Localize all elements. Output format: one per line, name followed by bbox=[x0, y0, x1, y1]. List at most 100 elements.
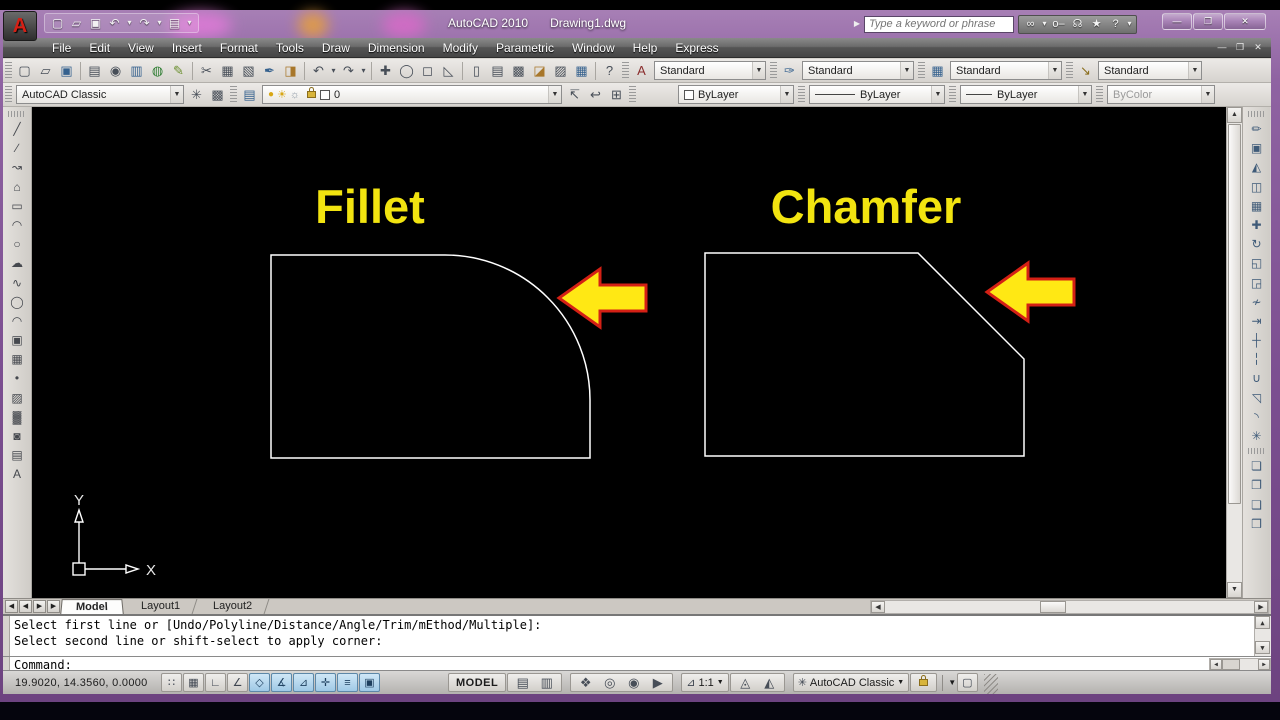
canvas-vertical-scrollbar[interactable]: ▲ ▼ bbox=[1226, 107, 1242, 598]
toolbar-grip[interactable] bbox=[5, 61, 12, 80]
gradient-icon[interactable]: ▓ bbox=[3, 408, 31, 427]
open-icon[interactable]: ▱ bbox=[35, 61, 56, 81]
text-style-dropdown[interactable]: Standard ▼ bbox=[654, 61, 766, 80]
close-button[interactable]: ✕ bbox=[1224, 13, 1266, 30]
qat-new-icon[interactable]: ▢ bbox=[49, 13, 66, 33]
publish-icon[interactable]: ▥ bbox=[126, 61, 147, 81]
rotate-icon[interactable]: ↻ bbox=[1243, 235, 1270, 254]
menu-window[interactable]: Window bbox=[563, 41, 624, 55]
hatch-icon[interactable]: ▨ bbox=[3, 389, 31, 408]
ellipse-arc-icon[interactable]: ◠ bbox=[3, 312, 31, 331]
zoom-status-icon[interactable]: ◎ bbox=[599, 673, 620, 693]
tab-layout2[interactable]: Layout2 bbox=[196, 599, 270, 614]
qat-undo-dropdown-icon[interactable]: ▾ bbox=[125, 13, 134, 33]
bring-above-objects-icon[interactable]: ❑ bbox=[1243, 496, 1270, 515]
make-block-icon[interactable]: ▦ bbox=[3, 350, 31, 369]
send-under-objects-icon[interactable]: ❒ bbox=[1243, 515, 1270, 534]
zoom-window-icon[interactable]: ◻ bbox=[417, 61, 438, 81]
maximize-button[interactable]: ❐ bbox=[1193, 13, 1223, 30]
command-vertical-scrollbar[interactable]: ▲ ▼ bbox=[1254, 616, 1271, 656]
snap-toggle[interactable]: ∷ bbox=[161, 673, 182, 692]
layer-lock-icon[interactable] bbox=[307, 87, 317, 98]
menu-tools[interactable]: Tools bbox=[267, 41, 313, 55]
grid-toggle[interactable]: ▦ bbox=[183, 673, 204, 692]
copy-clip-icon[interactable]: ▦ bbox=[217, 61, 238, 81]
chevron-down-icon[interactable]: ▼ bbox=[1078, 86, 1091, 103]
toolbar-grip[interactable] bbox=[770, 61, 777, 80]
model-space-button[interactable]: MODEL bbox=[448, 673, 507, 692]
chamfer-icon[interactable]: ◹ bbox=[1243, 389, 1270, 408]
mtext-icon[interactable]: A bbox=[3, 465, 31, 484]
menu-format[interactable]: Format bbox=[211, 41, 267, 55]
menu-edit[interactable]: Edit bbox=[80, 41, 119, 55]
undo-dropdown-icon[interactable]: ▾ bbox=[329, 61, 338, 81]
layer-color-swatch[interactable] bbox=[320, 89, 331, 100]
circle-icon[interactable]: ○ bbox=[3, 235, 31, 254]
break-at-point-icon[interactable]: ┼ bbox=[1243, 331, 1270, 350]
ducs-toggle[interactable]: ⊿ bbox=[293, 673, 314, 692]
scroll-right-icon[interactable]: ▶ bbox=[1258, 659, 1270, 670]
polygon-icon[interactable]: ⌂ bbox=[3, 178, 31, 197]
polar-toggle[interactable]: ∠ bbox=[227, 673, 248, 692]
search-binoculars-icon[interactable]: ∞ bbox=[1021, 14, 1040, 34]
qat-undo-icon[interactable]: ↶ bbox=[106, 13, 123, 33]
toolbar-grip[interactable] bbox=[629, 85, 636, 104]
resize-grip[interactable] bbox=[983, 674, 998, 694]
chevron-down-icon[interactable]: ▼ bbox=[900, 62, 913, 79]
toolbar-grip[interactable] bbox=[1096, 85, 1103, 104]
designcenter-icon[interactable]: ▤ bbox=[487, 61, 508, 81]
erase-icon[interactable]: ✏ bbox=[1243, 120, 1270, 139]
steering-wheel-icon[interactable]: ◉ bbox=[623, 673, 644, 693]
layer-dropdown[interactable]: ● ☀ ☼ 0 ▼ bbox=[262, 85, 562, 104]
block-editor-icon[interactable]: ◨ bbox=[280, 61, 301, 81]
command-window-grip[interactable] bbox=[3, 616, 10, 670]
command-history[interactable]: Select first line or [Undo/Polyline/Dist… bbox=[11, 617, 1254, 653]
help-dropdown-icon[interactable]: ▾ bbox=[1125, 14, 1134, 34]
toolbar-grip[interactable] bbox=[1248, 111, 1265, 117]
status-menu-icon[interactable]: ▼ bbox=[948, 678, 956, 687]
toolbar-grip[interactable] bbox=[5, 85, 12, 104]
bring-to-front-icon[interactable]: ❏ bbox=[1243, 457, 1270, 476]
construction-line-icon[interactable]: ∕ bbox=[3, 139, 31, 158]
scrollbar-thumb[interactable] bbox=[1228, 124, 1241, 504]
workspace-settings-gear-icon[interactable]: ✳ bbox=[186, 85, 207, 105]
layer-vpfreeze-icon[interactable]: ☼ bbox=[290, 89, 300, 101]
qat-customize-dropdown-icon[interactable]: ▾ bbox=[185, 13, 194, 33]
doc-restore-button[interactable]: ❐ bbox=[1233, 42, 1247, 53]
tab-model[interactable]: Model bbox=[60, 599, 124, 615]
chevron-down-icon[interactable]: ▼ bbox=[1201, 86, 1214, 103]
qat-open-icon[interactable]: ▱ bbox=[68, 13, 85, 33]
chamfer-shape[interactable] bbox=[704, 252, 1025, 457]
subscription-key-icon[interactable]: o– bbox=[1049, 14, 1068, 34]
copy-icon[interactable]: ▣ bbox=[1243, 139, 1270, 158]
layer-previous-icon[interactable]: ↩ bbox=[585, 85, 606, 105]
web-publish-icon[interactable]: ◍ bbox=[147, 61, 168, 81]
first-tab-icon[interactable]: ◀ bbox=[5, 600, 18, 613]
scrollbar-thumb[interactable] bbox=[1222, 659, 1240, 670]
menu-dimension[interactable]: Dimension bbox=[359, 41, 434, 55]
communication-center-icon[interactable]: ☊ bbox=[1068, 14, 1087, 34]
scroll-up-icon[interactable]: ▲ bbox=[1227, 107, 1242, 123]
zoom-realtime-icon[interactable]: ◯ bbox=[396, 61, 417, 81]
fillet-icon[interactable]: ◝ bbox=[1243, 408, 1270, 427]
point-icon[interactable]: • bbox=[3, 369, 31, 388]
table-icon[interactable]: ▤ bbox=[3, 446, 31, 465]
join-icon[interactable]: ∪ bbox=[1243, 369, 1270, 388]
offset-icon[interactable]: ◫ bbox=[1243, 178, 1270, 197]
menu-file[interactable]: File bbox=[43, 41, 80, 55]
my-workspace-icon[interactable]: ▩ bbox=[207, 85, 228, 105]
favorites-star-icon[interactable]: ★ bbox=[1087, 14, 1106, 34]
layout-space-icon[interactable]: ▥ bbox=[536, 673, 557, 693]
scroll-left-icon[interactable]: ◀ bbox=[1210, 659, 1222, 670]
color-dropdown[interactable]: ByLayer ▼ bbox=[678, 85, 794, 104]
scroll-up-icon[interactable]: ▲ bbox=[1255, 616, 1270, 629]
trim-icon[interactable]: ≁ bbox=[1243, 293, 1270, 312]
scroll-right-icon[interactable]: ▶ bbox=[1254, 600, 1268, 613]
array-icon[interactable]: ▦ bbox=[1243, 197, 1270, 216]
chevron-down-icon[interactable]: ▼ bbox=[752, 62, 765, 79]
showmotion-icon[interactable]: ▶ bbox=[647, 673, 668, 693]
explode-icon[interactable]: ✳ bbox=[1243, 427, 1270, 446]
scale-icon[interactable]: ◱ bbox=[1243, 254, 1270, 273]
fillet-shape[interactable] bbox=[270, 254, 591, 459]
properties-palette-icon[interactable]: ▯ bbox=[466, 61, 487, 81]
